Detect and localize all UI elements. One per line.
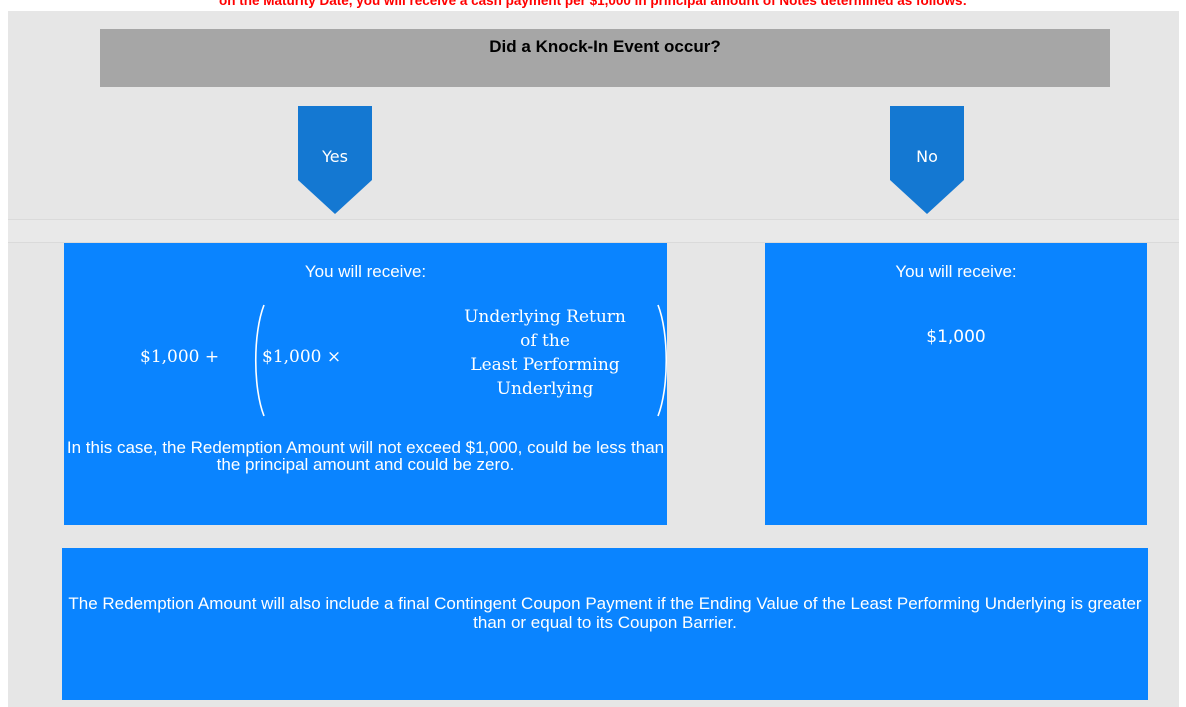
yes-arrow-label: Yes bbox=[322, 147, 348, 166]
coupon-note-text: The Redemption Amount will also include … bbox=[68, 594, 1142, 632]
formula-line: Underlying Return bbox=[464, 307, 626, 327]
coupon-note-box: The Redemption Amount will also include … bbox=[62, 548, 1148, 700]
formula-multiplier: $1,000 × bbox=[262, 347, 342, 367]
yes-outcome-box: You will receive: $1,000 + $1,000 × Unde… bbox=[64, 243, 667, 525]
right-parenthesis-icon bbox=[657, 304, 667, 417]
formula-base-amount: $1,000 + bbox=[140, 347, 220, 367]
redemption-formula: $1,000 + $1,000 × Underlying Return of t… bbox=[140, 303, 667, 423]
question-box: Did a Knock-In Event occur? bbox=[100, 29, 1110, 87]
no-receive-label: You will receive: bbox=[895, 262, 1017, 281]
no-arrow-label: No bbox=[916, 147, 938, 166]
question-text: Did a Knock-In Event occur? bbox=[489, 37, 721, 56]
formula-line: of the bbox=[520, 331, 570, 351]
no-amount-value: $1,000 bbox=[926, 327, 986, 347]
no-outcome-box: You will receive: $1,000 bbox=[765, 243, 1147, 525]
formula-underlying-return: Underlying Return of the Least Performin… bbox=[436, 305, 654, 401]
formula-line: Underlying bbox=[496, 379, 594, 399]
yes-receive-label: You will receive: bbox=[304, 262, 427, 281]
yes-caveat-text: In this case, the Redemption Amount will… bbox=[66, 438, 665, 474]
section-divider bbox=[8, 219, 1179, 243]
formula-line: Least Performing bbox=[470, 355, 620, 375]
header-note: on the Maturity Date, you will receive a… bbox=[219, 0, 967, 8]
